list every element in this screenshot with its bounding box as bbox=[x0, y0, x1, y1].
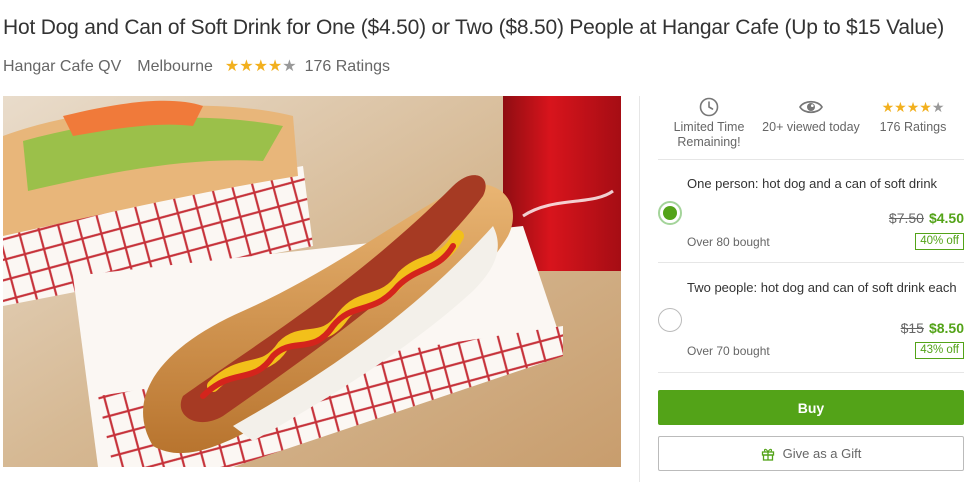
deal-image[interactable] bbox=[3, 96, 621, 467]
purchase-panel: Limited Time Remaining! 20+ viewed today… bbox=[639, 96, 975, 482]
viewed-label: 20+ viewed today bbox=[762, 120, 860, 134]
eye-icon bbox=[799, 100, 823, 114]
star-icon: ★ bbox=[267, 58, 283, 75]
option-prices: $15 $8.50 bbox=[901, 320, 964, 336]
option-one-person[interactable]: One person: hot dog and a can of soft dr… bbox=[658, 160, 964, 263]
ratings-count-link[interactable]: 176 Ratings bbox=[305, 58, 390, 76]
location-label: Melbourne bbox=[137, 58, 213, 75]
deal-price: $8.50 bbox=[928, 320, 964, 336]
deal-stats: Limited Time Remaining! 20+ viewed today… bbox=[658, 96, 964, 160]
discount-badge: 40% off bbox=[915, 233, 964, 250]
option-prices: $7.50 $4.50 bbox=[889, 210, 964, 226]
rating-stat[interactable]: ★ ★ ★ ★ ★ 176 Ratings bbox=[862, 96, 964, 159]
option-radio[interactable] bbox=[658, 308, 682, 332]
gift-icon bbox=[761, 447, 775, 461]
option-title: Two people: hot dog and can of soft drin… bbox=[687, 280, 957, 295]
star-icon: ★ bbox=[224, 58, 240, 75]
viewed-stat: 20+ viewed today bbox=[760, 96, 862, 159]
buy-button[interactable]: Buy bbox=[658, 390, 964, 425]
option-two-people[interactable]: Two people: hot dog and can of soft drin… bbox=[658, 264, 964, 373]
rating-stat-label: 176 Ratings bbox=[879, 120, 947, 134]
option-title: One person: hot dog and a can of soft dr… bbox=[687, 176, 938, 191]
discount-badge: 43% off bbox=[915, 342, 964, 359]
deal-meta: Hangar Cafe QV Melbourne ★ ★ ★ ★ ★ 176 R… bbox=[3, 58, 390, 76]
star-icon: ★ bbox=[253, 58, 268, 75]
star-empty-icon: ★ bbox=[282, 58, 297, 75]
deal-title: Hot Dog and Can of Soft Drink for One ($… bbox=[3, 16, 945, 39]
merchant-link[interactable]: Hangar Cafe QV bbox=[3, 58, 121, 76]
option-radio-selected[interactable] bbox=[658, 201, 682, 225]
limited-time-stat: Limited Time Remaining! bbox=[658, 96, 760, 159]
limited-time-label: Limited Time Remaining! bbox=[673, 120, 745, 149]
gift-label: Give as a Gift bbox=[782, 446, 862, 461]
star-icon: ★ bbox=[239, 58, 254, 75]
clock-icon bbox=[699, 97, 719, 117]
hot-dog-photo bbox=[3, 96, 621, 467]
bought-count: Over 80 bought bbox=[687, 235, 770, 249]
rating-stars[interactable]: ★ ★ ★ ★ ★ bbox=[225, 59, 297, 75]
original-price: $7.50 bbox=[888, 210, 924, 226]
star-rating-icon: ★ ★ ★ ★ ★ bbox=[881, 99, 945, 115]
bought-count: Over 70 bought bbox=[687, 344, 770, 358]
deal-price: $4.50 bbox=[928, 210, 964, 226]
original-price: $15 bbox=[900, 320, 924, 336]
give-as-gift-button[interactable]: Give as a Gift bbox=[658, 436, 964, 471]
